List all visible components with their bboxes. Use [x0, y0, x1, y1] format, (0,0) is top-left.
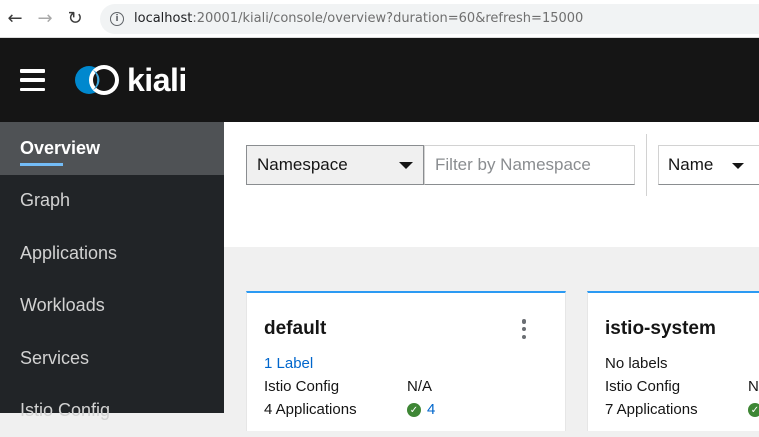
info-icon[interactable]: i	[110, 12, 124, 26]
istio-config-label: Istio Config	[605, 378, 748, 395]
caret-down-icon	[732, 163, 744, 169]
applications-row: 7 Applications ✓	[605, 401, 759, 418]
hamburger-menu-icon[interactable]	[20, 69, 45, 91]
sidebar-item-services[interactable]: Services	[0, 332, 224, 385]
url-path: :20001/kiali/console/overview?duration=6…	[192, 11, 583, 26]
sidebar-item-label: Applications	[20, 243, 117, 264]
applications-label: 4 Applications	[264, 401, 407, 418]
reload-icon[interactable]: ↻	[60, 4, 90, 34]
active-indicator	[20, 163, 63, 166]
labels-text: No labels	[605, 355, 668, 372]
istio-config-value: N/A	[748, 378, 759, 395]
applications-row: 4 Applications ✓ 4	[264, 401, 435, 418]
labels-link[interactable]: 1 Label	[264, 355, 313, 372]
caret-down-icon	[399, 162, 413, 169]
card-title[interactable]: default	[264, 318, 326, 340]
masthead: kiali	[0, 38, 759, 122]
filter-type-select[interactable]: Namespace	[246, 145, 424, 185]
sidebar-nav: Overview Graph Applications Workloads Se…	[0, 122, 224, 413]
sidebar-item-applications[interactable]: Applications	[0, 227, 224, 280]
url-host: localhost	[134, 11, 192, 26]
istio-config-row: Istio Config N/A	[264, 378, 432, 395]
forward-arrow-icon[interactable]: →	[30, 4, 60, 34]
sort-value: Name	[668, 155, 713, 175]
address-bar[interactable]: i localhost:20001/kiali/console/overview…	[100, 4, 759, 34]
logo-text: kiali	[127, 62, 187, 99]
sidebar-item-label: Overview	[20, 138, 100, 159]
sidebar-item-label: Services	[20, 348, 89, 369]
sidebar-item-label: Graph	[20, 190, 70, 211]
namespace-card-istio-system: istio-system No labels Istio Config N/A …	[587, 291, 759, 431]
toolbar-divider	[646, 134, 647, 196]
istio-config-value: N/A	[407, 378, 432, 395]
sidebar-item-istio-config[interactable]: Istio Config	[0, 385, 224, 437]
sidebar-item-graph[interactable]: Graph	[0, 175, 224, 228]
kiali-logo-icon	[72, 62, 122, 98]
overview-toolbar: Namespace Filter by Namespace Name	[224, 122, 759, 247]
sidebar-item-overview[interactable]: Overview	[0, 122, 224, 175]
check-circle-icon: ✓	[748, 403, 759, 417]
kebab-menu-icon[interactable]	[521, 319, 527, 339]
sidebar-item-workloads[interactable]: Workloads	[0, 280, 224, 333]
filter-type-value: Namespace	[257, 155, 348, 175]
check-circle-icon: ✓	[407, 403, 421, 417]
card-title[interactable]: istio-system	[605, 318, 716, 340]
namespace-card-default: default 1 Label Istio Config N/A 4 Appli…	[246, 291, 566, 431]
sidebar-item-label: Istio Config	[20, 400, 110, 421]
applications-healthy-link[interactable]: 4	[427, 401, 435, 418]
browser-toolbar: ← → ↻ i localhost:20001/kiali/console/ov…	[0, 0, 759, 38]
namespace-filter-placeholder: Filter by Namespace	[435, 155, 591, 175]
sort-select[interactable]: Name	[658, 145, 759, 185]
applications-label: 7 Applications	[605, 401, 748, 418]
namespace-filter-input[interactable]: Filter by Namespace	[424, 145, 635, 185]
sidebar-item-label: Workloads	[20, 295, 105, 316]
istio-config-label: Istio Config	[264, 378, 407, 395]
istio-config-row: Istio Config N/A	[605, 378, 759, 395]
kiali-logo[interactable]: kiali	[72, 62, 187, 99]
back-arrow-icon[interactable]: ←	[0, 4, 30, 34]
